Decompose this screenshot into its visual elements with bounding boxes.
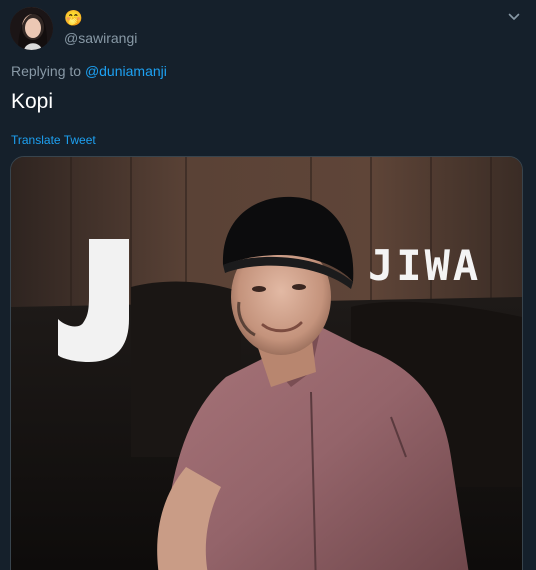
chevron-down-icon[interactable] xyxy=(507,10,521,24)
tweet-media-image[interactable]: JIWA xyxy=(10,156,523,570)
tweet-text: Kopi xyxy=(11,90,54,113)
tweet-container: 🤭 @sawirangi Replying to @duniamanji Kop… xyxy=(0,0,536,570)
replying-to-line: Replying to @duniamanji xyxy=(11,62,167,80)
replying-to-link[interactable]: @duniamanji xyxy=(85,63,167,79)
display-name[interactable]: 🤭 xyxy=(64,10,83,28)
media-caption-text: JIWA xyxy=(368,241,482,290)
avatar-image xyxy=(10,7,53,50)
avatar[interactable] xyxy=(10,7,53,50)
translate-tweet-link[interactable]: Translate Tweet xyxy=(11,133,96,147)
media-photo xyxy=(11,157,522,570)
user-handle[interactable]: @sawirangi xyxy=(64,30,137,46)
replying-to-label: Replying to xyxy=(11,63,82,79)
